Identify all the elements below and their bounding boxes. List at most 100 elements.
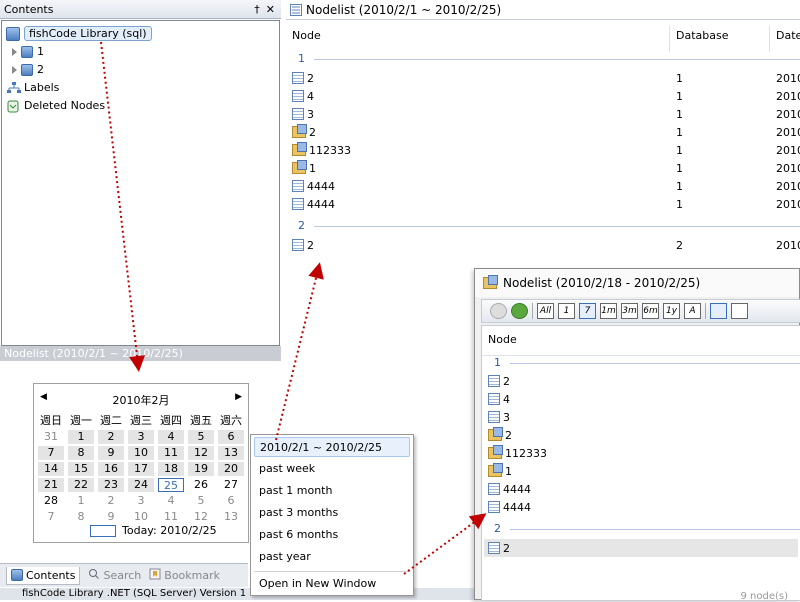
table-row[interactable]: 2: [488, 426, 512, 444]
menu-item[interactable]: past 3 months: [254, 503, 410, 523]
calendar-day[interactable]: 2: [98, 430, 124, 444]
close-icon[interactable]: ✕: [266, 3, 275, 16]
window-title-bar[interactable]: Nodelist (2010/2/18 - 2010/2/25): [475, 269, 799, 297]
today-row[interactable]: Today: 2010/2/25: [90, 524, 217, 537]
calendar-day[interactable]: 7: [38, 446, 64, 460]
forward-icon[interactable]: [511, 303, 528, 319]
table-row[interactable]: 3: [488, 408, 510, 426]
menu-item[interactable]: past year: [254, 547, 410, 567]
range-button[interactable]: 1y: [663, 303, 680, 319]
calendar-day[interactable]: 31: [38, 430, 64, 444]
nodelist-bar[interactable]: Nodelist (2010/2/1 ~ 2010/2/25): [0, 346, 281, 361]
table-row[interactable]: 3: [292, 105, 314, 123]
calendar-day[interactable]: 14: [38, 462, 64, 476]
menu-item[interactable]: past 1 month: [254, 481, 410, 501]
tab-contents[interactable]: Contents: [6, 566, 81, 585]
range-button[interactable]: A: [684, 303, 701, 319]
calendar-day[interactable]: 8: [68, 510, 94, 524]
table-row[interactable]: 2: [488, 372, 510, 390]
tree-item-2[interactable]: 2: [12, 61, 44, 78]
calendar-day[interactable]: 27: [218, 478, 244, 492]
calendar-day[interactable]: 15: [68, 462, 94, 476]
menu-item[interactable]: 2010/2/1 ~ 2010/2/25: [254, 437, 410, 457]
calendar-day[interactable]: 21: [38, 478, 64, 492]
column-header-database[interactable]: Database: [670, 26, 770, 52]
filter-icon[interactable]: [710, 303, 727, 319]
calendar-day[interactable]: 12: [188, 510, 214, 524]
calendar-day[interactable]: 18: [158, 462, 184, 476]
tab-search[interactable]: Search: [88, 568, 141, 583]
calendar-day[interactable]: 3: [128, 494, 154, 508]
table-row[interactable]: 4: [292, 87, 314, 105]
table-row[interactable]: 4: [488, 390, 510, 408]
expand-icon[interactable]: [12, 65, 17, 74]
back-icon[interactable]: [490, 303, 507, 319]
group-header-2[interactable]: 2: [298, 219, 305, 232]
calendar-day[interactable]: 5: [188, 494, 214, 508]
tree-item-labels[interactable]: Labels: [6, 79, 59, 96]
tab-bookmark[interactable]: Bookmark: [149, 568, 220, 583]
calendar-day[interactable]: 26: [188, 478, 214, 492]
table-row-selected[interactable]: 2: [484, 539, 798, 557]
expand-icon[interactable]: [12, 47, 17, 56]
calendar-day[interactable]: 25: [158, 478, 184, 492]
calendar-day[interactable]: 2: [98, 494, 124, 508]
table-row[interactable]: 112333: [488, 444, 547, 462]
menu-item-open-new-window[interactable]: Open in New Window: [254, 574, 410, 594]
tree-item-deleted[interactable]: Deleted Nodes: [6, 97, 105, 114]
group-header-1[interactable]: 1: [298, 52, 305, 65]
calendar-day[interactable]: 20: [218, 462, 244, 476]
menu-item[interactable]: past 6 months: [254, 525, 410, 545]
menu-item[interactable]: past week: [254, 459, 410, 479]
table-row[interactable]: 4444: [488, 480, 531, 498]
table-row[interactable]: 4444: [488, 498, 531, 516]
calendar-day[interactable]: 1: [68, 494, 94, 508]
range-button[interactable]: 7: [579, 303, 596, 319]
range-button[interactable]: 1m: [600, 303, 617, 319]
calendar-day[interactable]: 13: [218, 510, 244, 524]
tree-item-root[interactable]: fishCode Library (sql): [6, 25, 152, 42]
calendar-day[interactable]: 22: [68, 478, 94, 492]
calendar-day[interactable]: 13: [218, 446, 244, 460]
calendar[interactable]: ◀ 2010年2月 ▶ 週日 週一 週二 週三 週四 週五 週六 31 1 2 3 4 5…: [33, 383, 249, 543]
group-header-1[interactable]: 1: [494, 356, 501, 369]
calendar-day[interactable]: 6: [218, 430, 244, 444]
calendar-day[interactable]: 9: [98, 446, 124, 460]
range-button[interactable]: All: [537, 303, 554, 319]
calendar-day[interactable]: 10: [128, 510, 154, 524]
calendar-day[interactable]: 17: [128, 462, 154, 476]
view-icon[interactable]: [731, 303, 748, 319]
tree-item-1[interactable]: 1: [12, 43, 44, 60]
calendar-day[interactable]: 11: [158, 510, 184, 524]
pin-icon[interactable]: †: [254, 3, 260, 16]
calendar-day[interactable]: 6: [218, 494, 244, 508]
table-row[interactable]: 2: [292, 236, 792, 254]
calendar-day[interactable]: 23: [98, 478, 124, 492]
table-row[interactable]: 1: [292, 159, 316, 177]
next-month-icon[interactable]: ▶: [235, 392, 242, 402]
calendar-day[interactable]: 24: [128, 478, 154, 492]
table-row[interactable]: 2: [292, 123, 316, 141]
table-row[interactable]: 1: [488, 462, 512, 480]
range-button[interactable]: 1: [558, 303, 575, 319]
table-row[interactable]: 112333: [292, 141, 351, 159]
table-row[interactable]: 4444: [292, 177, 335, 195]
table-row[interactable]: 2: [292, 69, 314, 87]
calendar-day[interactable]: 3: [128, 430, 154, 444]
calendar-day[interactable]: 1: [68, 430, 94, 444]
calendar-day[interactable]: 7: [38, 510, 64, 524]
calendar-day[interactable]: 28: [38, 494, 64, 508]
range-button[interactable]: 6m: [642, 303, 659, 319]
calendar-day[interactable]: 9: [98, 510, 124, 524]
column-header-node[interactable]: Node: [286, 26, 670, 52]
calendar-day[interactable]: 4: [158, 430, 184, 444]
calendar-day[interactable]: 19: [188, 462, 214, 476]
range-button[interactable]: 3m: [621, 303, 638, 319]
calendar-day[interactable]: 12: [188, 446, 214, 460]
calendar-day[interactable]: 10: [128, 446, 154, 460]
table-row[interactable]: 4444: [292, 195, 335, 213]
calendar-day[interactable]: 11: [158, 446, 184, 460]
column-header-node[interactable]: Node: [482, 330, 800, 356]
calendar-day[interactable]: 4: [158, 494, 184, 508]
calendar-day[interactable]: 8: [68, 446, 94, 460]
